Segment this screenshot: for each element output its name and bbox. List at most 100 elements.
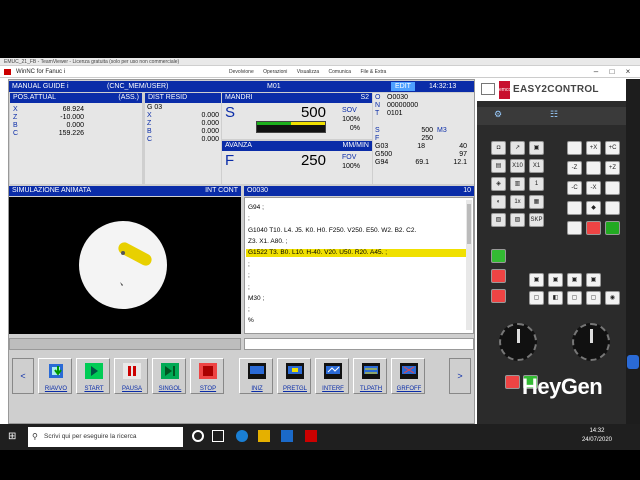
key-aux-3[interactable]: ▢: [567, 291, 582, 305]
key-blank-3[interactable]: [605, 181, 620, 195]
close-icon[interactable]: ×: [622, 66, 634, 78]
mode-bar: MANUAL GUIDE i (CNC_MEM/USER) M01 EDIT 1…: [9, 81, 474, 92]
spindle-override-dial[interactable]: [572, 323, 610, 361]
cnc-window: MANUAL GUIDE i (CNC_MEM/USER) M01 EDIT 1…: [8, 79, 475, 424]
key-blank-5[interactable]: [605, 201, 620, 215]
key-door[interactable]: ▤: [491, 159, 506, 173]
teamviewer-side-icon[interactable]: [627, 355, 639, 369]
key-chip[interactable]: ↗: [510, 141, 525, 155]
key-skip[interactable]: SKP: [529, 213, 544, 227]
input-line[interactable]: [244, 338, 474, 350]
key-blank-6[interactable]: [567, 221, 582, 235]
key-plus-z[interactable]: +Z: [605, 161, 620, 175]
key-spindle-1[interactable]: ▣: [529, 273, 544, 287]
cortana-icon[interactable]: [192, 430, 204, 442]
edge-icon[interactable]: [236, 430, 248, 442]
key-x10[interactable]: X10: [510, 159, 525, 173]
softkey-interf[interactable]: INTERF: [315, 358, 349, 394]
tv-menu-3[interactable]: Comunica: [329, 69, 352, 75]
heygen-watermark: HeyGen: [522, 374, 603, 399]
status-m: M3: [437, 127, 447, 134]
softkey-tlpath[interactable]: TLPATH: [353, 358, 387, 394]
softkey-iniz[interactable]: INIZ: [239, 358, 273, 394]
key-clamp[interactable]: ▥: [510, 177, 525, 191]
key-red-2[interactable]: [491, 289, 506, 303]
editor-scroll-thumb[interactable]: [467, 204, 471, 244]
taskbar-date: 24/07/2020: [581, 437, 612, 443]
key-feed[interactable]: ◐: [491, 195, 506, 209]
key-green[interactable]: [491, 249, 506, 263]
key-spindle-2[interactable]: ▣: [548, 273, 563, 287]
softkey-start[interactable]: START: [76, 358, 110, 394]
softkey-label: GRFOFF: [396, 386, 422, 392]
taskbar-clock[interactable]: 14:32 24/07/2020: [582, 427, 612, 445]
softkey-grfoff[interactable]: GRFOFF: [391, 358, 425, 394]
tv-menu-2[interactable]: Visualizza: [297, 69, 319, 75]
key-start[interactable]: [605, 221, 620, 235]
key-blank-1[interactable]: [567, 141, 582, 155]
softkey-stop[interactable]: STOP: [190, 358, 224, 394]
key-blank-2[interactable]: [586, 161, 601, 175]
key-one[interactable]: 1: [529, 177, 544, 191]
key-minus-z[interactable]: -Z: [567, 161, 582, 175]
machine-tab-icon[interactable]: ⚙: [487, 109, 509, 123]
softkey-pausa[interactable]: PAUSA: [114, 358, 148, 394]
tv-menu-0[interactable]: Devolvione: [229, 69, 254, 75]
spindle-value: 500: [300, 104, 326, 121]
key-blank-4[interactable]: [567, 201, 582, 215]
key-bottom-red[interactable]: [505, 375, 520, 389]
prog-path: (CNC_MEM/USER): [107, 83, 169, 90]
tv-menu-1[interactable]: Operazioni: [263, 69, 287, 75]
key-1x[interactable]: 1x: [510, 195, 525, 209]
key-aux-5[interactable]: ◉: [605, 291, 620, 305]
key-stop[interactable]: [586, 221, 601, 235]
key-aux-1[interactable]: ▢: [529, 291, 544, 305]
tv-menu-4[interactable]: File & Extra: [360, 69, 386, 75]
softkey-prev-button[interactable]: <: [12, 358, 34, 394]
softkey-label: RIAVVO: [44, 386, 68, 392]
config-tab-icon[interactable]: ☷: [543, 109, 565, 123]
task-view-icon[interactable]: [212, 430, 224, 442]
key-opt[interactable]: ▧: [491, 213, 506, 227]
key-coolant[interactable]: ◘: [491, 141, 506, 155]
key-minus-c[interactable]: -C: [567, 181, 582, 195]
softkey-pretgl[interactable]: PRETGL: [277, 358, 311, 394]
softkey-next-button[interactable]: >: [449, 358, 471, 394]
key-x1[interactable]: X1: [529, 159, 544, 173]
softkey-singol[interactable]: SINGOL: [152, 358, 186, 394]
minimize-icon[interactable]: –: [590, 66, 602, 78]
windows-start-icon[interactable]: ⊞: [8, 431, 19, 442]
sim-viewport[interactable]: [9, 197, 241, 334]
edit-badge: EDIT: [391, 82, 415, 91]
taskbar-search[interactable]: ⚲ Scrivi qui per eseguire la ricerca: [28, 427, 183, 447]
key-light[interactable]: ▣: [529, 141, 544, 155]
sim-header: SIMULAZIONE ANIMATA INT CONT: [9, 186, 241, 196]
key-spindle-4[interactable]: ▣: [586, 273, 601, 287]
key-aux-2[interactable]: ◧: [548, 291, 563, 305]
maximize-icon[interactable]: □: [606, 66, 618, 78]
key-plus-x[interactable]: +X: [586, 141, 601, 155]
spindle-unit: S2: [360, 94, 369, 101]
key-spindle-3[interactable]: ▣: [567, 273, 582, 287]
winnc-taskbar-icon[interactable]: [305, 430, 317, 442]
key-red-1[interactable]: [491, 269, 506, 283]
file-explorer-icon[interactable]: [258, 430, 270, 442]
search-placeholder: Scrivi qui per eseguire la ricerca: [44, 433, 137, 440]
key-dryrun[interactable]: ▨: [510, 213, 525, 227]
store-icon[interactable]: [281, 430, 293, 442]
key-plus-c[interactable]: +C: [605, 141, 620, 155]
key-rapid[interactable]: ◆: [586, 201, 601, 215]
softkey-riavvo[interactable]: RIAVVO: [38, 358, 72, 394]
key-tool[interactable]: ◈: [491, 177, 506, 191]
key-minus-x[interactable]: -X: [586, 181, 601, 195]
editor-scrollbar[interactable]: [466, 200, 472, 330]
window-title: WinNC for Fanuc i: [16, 69, 66, 75]
key-mode[interactable]: ▦: [529, 195, 544, 209]
status-s: 500: [421, 127, 433, 134]
sov-label: SOV: [342, 107, 357, 114]
feed-override-dial[interactable]: [499, 323, 537, 361]
status-panel: O O0030 N 00000000 T 0101 S 500 M3 F 250…: [373, 93, 474, 184]
program-editor[interactable]: G94 ; ; G1040 T10. L4. J5. K0. H0. F250.…: [244, 197, 474, 334]
key-aux-4[interactable]: ▢: [586, 291, 601, 305]
softkey-label: SINGOL: [158, 386, 182, 392]
